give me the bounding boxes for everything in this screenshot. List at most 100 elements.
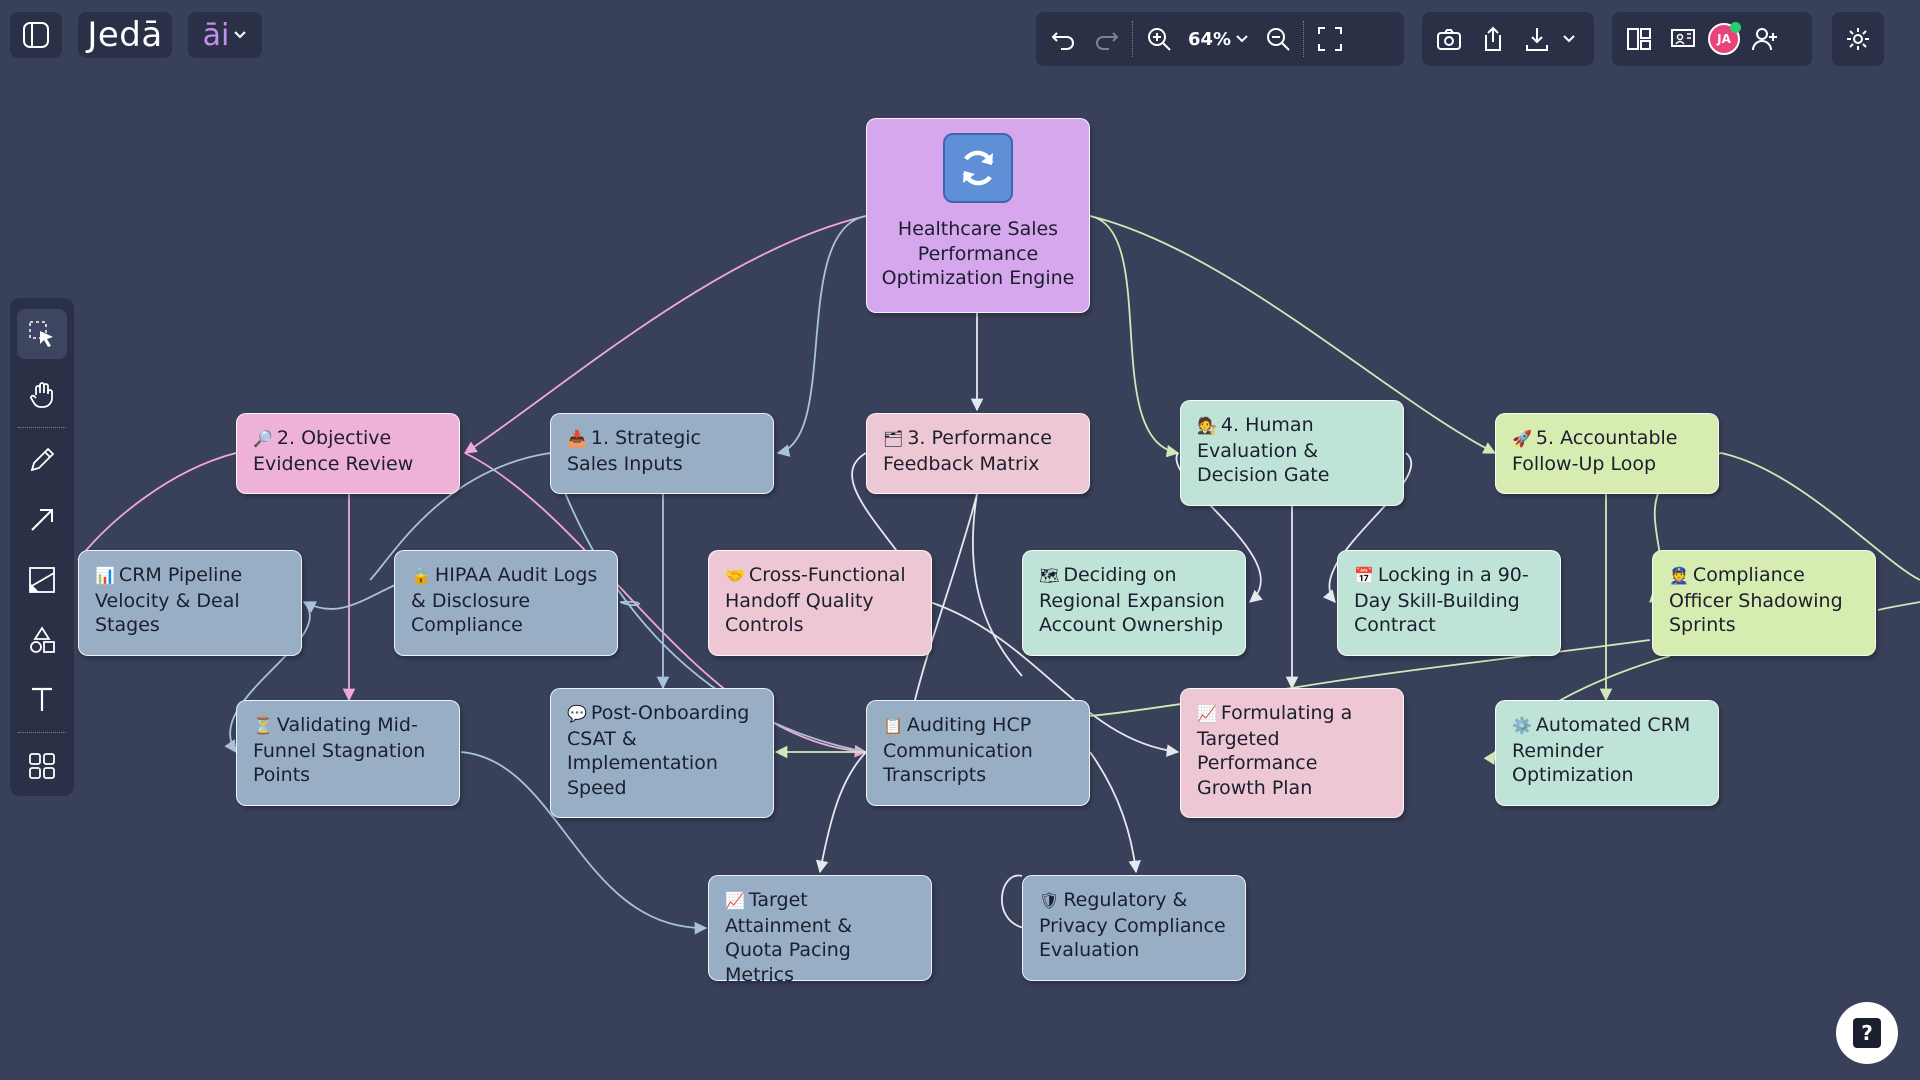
present-icon bbox=[1671, 29, 1695, 47]
zoom-in-button[interactable] bbox=[1140, 20, 1178, 58]
settings-button[interactable] bbox=[1832, 12, 1884, 66]
node-mid-funnel-stagnation[interactable]: ⏳ Validating Mid-Funnel Stagnation Points bbox=[236, 700, 460, 806]
arrow-tool[interactable] bbox=[17, 495, 67, 545]
ai-label: āi bbox=[202, 17, 230, 53]
image-tool[interactable] bbox=[17, 555, 67, 605]
node-crm-reminder[interactable]: ⚙️ Automated CRM Reminder Optimization bbox=[1495, 700, 1719, 806]
edge-root-n1 bbox=[776, 215, 867, 457]
node-follow-up-loop[interactable]: 🚀 5. Accountable Follow-Up Loop bbox=[1495, 413, 1719, 494]
layout-icon bbox=[1627, 28, 1651, 50]
node-handoff-quality[interactable]: 🤝 Cross-Functional Handoff Quality Contro… bbox=[708, 550, 932, 656]
node-feedback-matrix[interactable]: 🗂 3. Performance Feedback Matrix bbox=[866, 413, 1090, 494]
officer-icon: 👮 bbox=[1669, 566, 1689, 585]
select-tool[interactable] bbox=[17, 309, 67, 359]
node-label: 2. Objective Evidence Review bbox=[253, 427, 414, 475]
node-label: Post-Onboarding CSAT & Implementation Sp… bbox=[567, 702, 750, 799]
node-root[interactable]: Healthcare Sales Performance Optimizatio… bbox=[866, 118, 1090, 313]
screenshot-button[interactable] bbox=[1430, 20, 1468, 58]
edge-reg-self bbox=[1001, 874, 1025, 929]
divider bbox=[18, 426, 66, 428]
bar-chart-icon: 📊 bbox=[95, 566, 115, 585]
ai-menu-button[interactable]: āi bbox=[188, 12, 262, 58]
share-button[interactable] bbox=[1474, 20, 1512, 58]
inbox-icon: 📥 bbox=[567, 429, 587, 448]
avatar[interactable]: JA bbox=[1708, 22, 1741, 55]
divider bbox=[1303, 21, 1305, 57]
hand-tool[interactable] bbox=[17, 369, 67, 419]
zoom-out-button[interactable] bbox=[1259, 20, 1297, 58]
node-label: Locking in a 90-Day Skill-Building Contr… bbox=[1354, 564, 1529, 636]
invite-user-button[interactable] bbox=[1746, 20, 1784, 58]
zoom-level: 64% bbox=[1188, 28, 1232, 50]
redo-button[interactable] bbox=[1088, 20, 1126, 58]
node-label: Regulatory & Privacy Compliance Evaluati… bbox=[1039, 889, 1226, 961]
grid-tool[interactable] bbox=[17, 741, 67, 791]
select-icon bbox=[29, 321, 53, 347]
shield-icon: 🛡 bbox=[1039, 891, 1060, 910]
jeda-logo[interactable]: Jedā bbox=[78, 12, 172, 58]
download-button[interactable] bbox=[1518, 20, 1556, 58]
chart-up-icon: 📈 bbox=[725, 891, 745, 910]
fit-screen-button[interactable] bbox=[1311, 20, 1349, 58]
help-icon: ? bbox=[1853, 1018, 1881, 1048]
edge-aud-target bbox=[815, 751, 867, 874]
node-label: Formulating a Targeted Performance Growt… bbox=[1197, 702, 1353, 799]
undo-button[interactable] bbox=[1044, 20, 1082, 58]
node-regulatory-compliance[interactable]: 🛡 Regulatory & Privacy Compliance Evaluat… bbox=[1022, 875, 1246, 981]
text-icon bbox=[32, 688, 52, 712]
add-user-icon bbox=[1752, 28, 1777, 51]
node-skill-contract[interactable]: 📅 Locking in a 90-Day Skill-Building Cont… bbox=[1337, 550, 1561, 656]
node-growth-plan[interactable]: 📈 Formulating a Targeted Performance Grow… bbox=[1180, 688, 1404, 818]
map-icon: 🗺 bbox=[1039, 566, 1060, 585]
node-human-evaluation[interactable]: 🧑‍⚖️ 4. Human Evaluation & Decision Gate bbox=[1180, 400, 1404, 506]
image-icon bbox=[29, 566, 55, 593]
node-label: Auditing HCP Communication Transcripts bbox=[883, 714, 1033, 786]
shapes-tool[interactable] bbox=[17, 615, 67, 665]
text-tool[interactable] bbox=[17, 675, 67, 725]
edge-root-n4 bbox=[1089, 215, 1180, 458]
hand-icon bbox=[30, 381, 53, 408]
magnifier-icon: 🔎 bbox=[253, 429, 273, 448]
edge-n3-regional bbox=[972, 493, 1023, 677]
speech-bubble-icon: 💬 bbox=[567, 704, 587, 723]
node-hcp-transcripts[interactable]: 📋 Auditing HCP Communication Transcripts bbox=[866, 700, 1090, 806]
present-button[interactable] bbox=[1664, 20, 1702, 58]
node-label: Validating Mid-Funnel Stagnation Points bbox=[253, 714, 426, 786]
edge-n2-crm bbox=[77, 452, 237, 561]
sidebar-toggle-button[interactable] bbox=[10, 12, 62, 58]
chevron-down-icon bbox=[234, 31, 247, 39]
node-label: Cross-Functional Handoff Quality Control… bbox=[725, 564, 906, 636]
collab-group: JA bbox=[1612, 12, 1812, 66]
node-csat[interactable]: 💬 Post-Onboarding CSAT & Implementation S… bbox=[550, 688, 774, 818]
pen-tool[interactable] bbox=[17, 436, 67, 486]
judge-icon: 🧑‍⚖️ bbox=[1197, 416, 1217, 435]
trend-icon: 📈 bbox=[1197, 704, 1217, 723]
arrow-icon bbox=[31, 509, 53, 531]
node-compliance-shadowing[interactable]: 👮 Compliance Officer Shadowing Sprints bbox=[1652, 550, 1876, 656]
node-crm-pipeline[interactable]: 📊 CRM Pipeline Velocity & Deal Stages bbox=[78, 550, 302, 656]
node-label: Compliance Officer Shadowing Sprints bbox=[1669, 564, 1843, 636]
node-label: HIPAA Audit Logs & Disclosure Compliance bbox=[411, 564, 598, 636]
edge-aud-reg bbox=[1089, 751, 1141, 874]
zoom-in-icon bbox=[1148, 28, 1171, 51]
chevron-down-icon[interactable] bbox=[1562, 34, 1576, 44]
undo-icon bbox=[1051, 32, 1074, 50]
node-label: 3. Performance Feedback Matrix bbox=[883, 427, 1052, 475]
node-strategic-inputs[interactable]: 📥 1. Strategic Sales Inputs bbox=[550, 413, 774, 494]
clipboard-icon: 📋 bbox=[883, 716, 903, 735]
help-button[interactable]: ? bbox=[1836, 1002, 1898, 1064]
lock-icon: 🔒 bbox=[411, 566, 431, 585]
layout-button[interactable] bbox=[1620, 20, 1658, 58]
calendar-icon: 📅 bbox=[1354, 566, 1374, 585]
handshake-icon: 🤝 bbox=[725, 566, 745, 585]
folder-icon: 🗂 bbox=[883, 429, 904, 448]
zoom-level-dropdown[interactable]: 64% bbox=[1184, 29, 1253, 50]
gear-icon bbox=[1847, 28, 1869, 50]
camera-icon bbox=[1437, 29, 1461, 50]
logo-text: Jedā bbox=[87, 15, 163, 55]
node-objective-evidence[interactable]: 🔎 2. Objective Evidence Review bbox=[236, 413, 460, 494]
node-target-attainment[interactable]: 📈 Target Attainment & Quota Pacing Metric… bbox=[708, 875, 932, 986]
pen-icon bbox=[30, 448, 55, 472]
node-hipaa-audit[interactable]: 🔒 HIPAA Audit Logs & Disclosure Complianc… bbox=[394, 550, 618, 656]
node-regional-expansion[interactable]: 🗺 Deciding on Regional Expansion Account … bbox=[1022, 550, 1246, 656]
